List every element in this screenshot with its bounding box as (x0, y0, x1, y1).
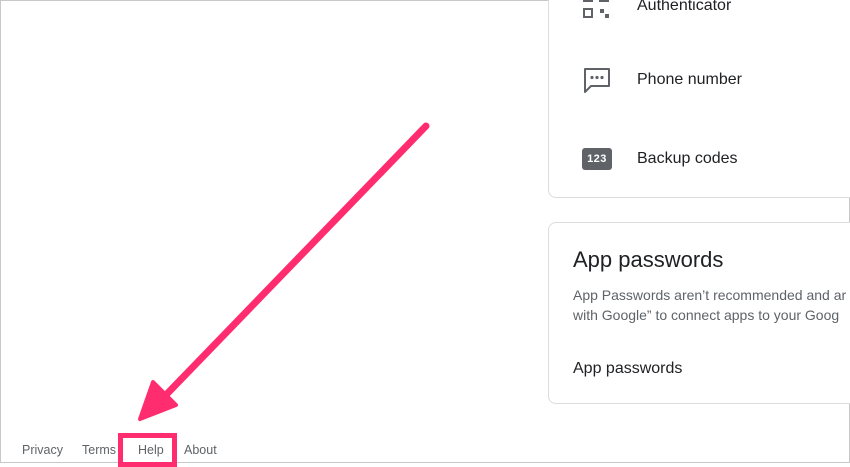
help-highlight-box (118, 433, 177, 467)
annotation-arrow (138, 122, 430, 421)
